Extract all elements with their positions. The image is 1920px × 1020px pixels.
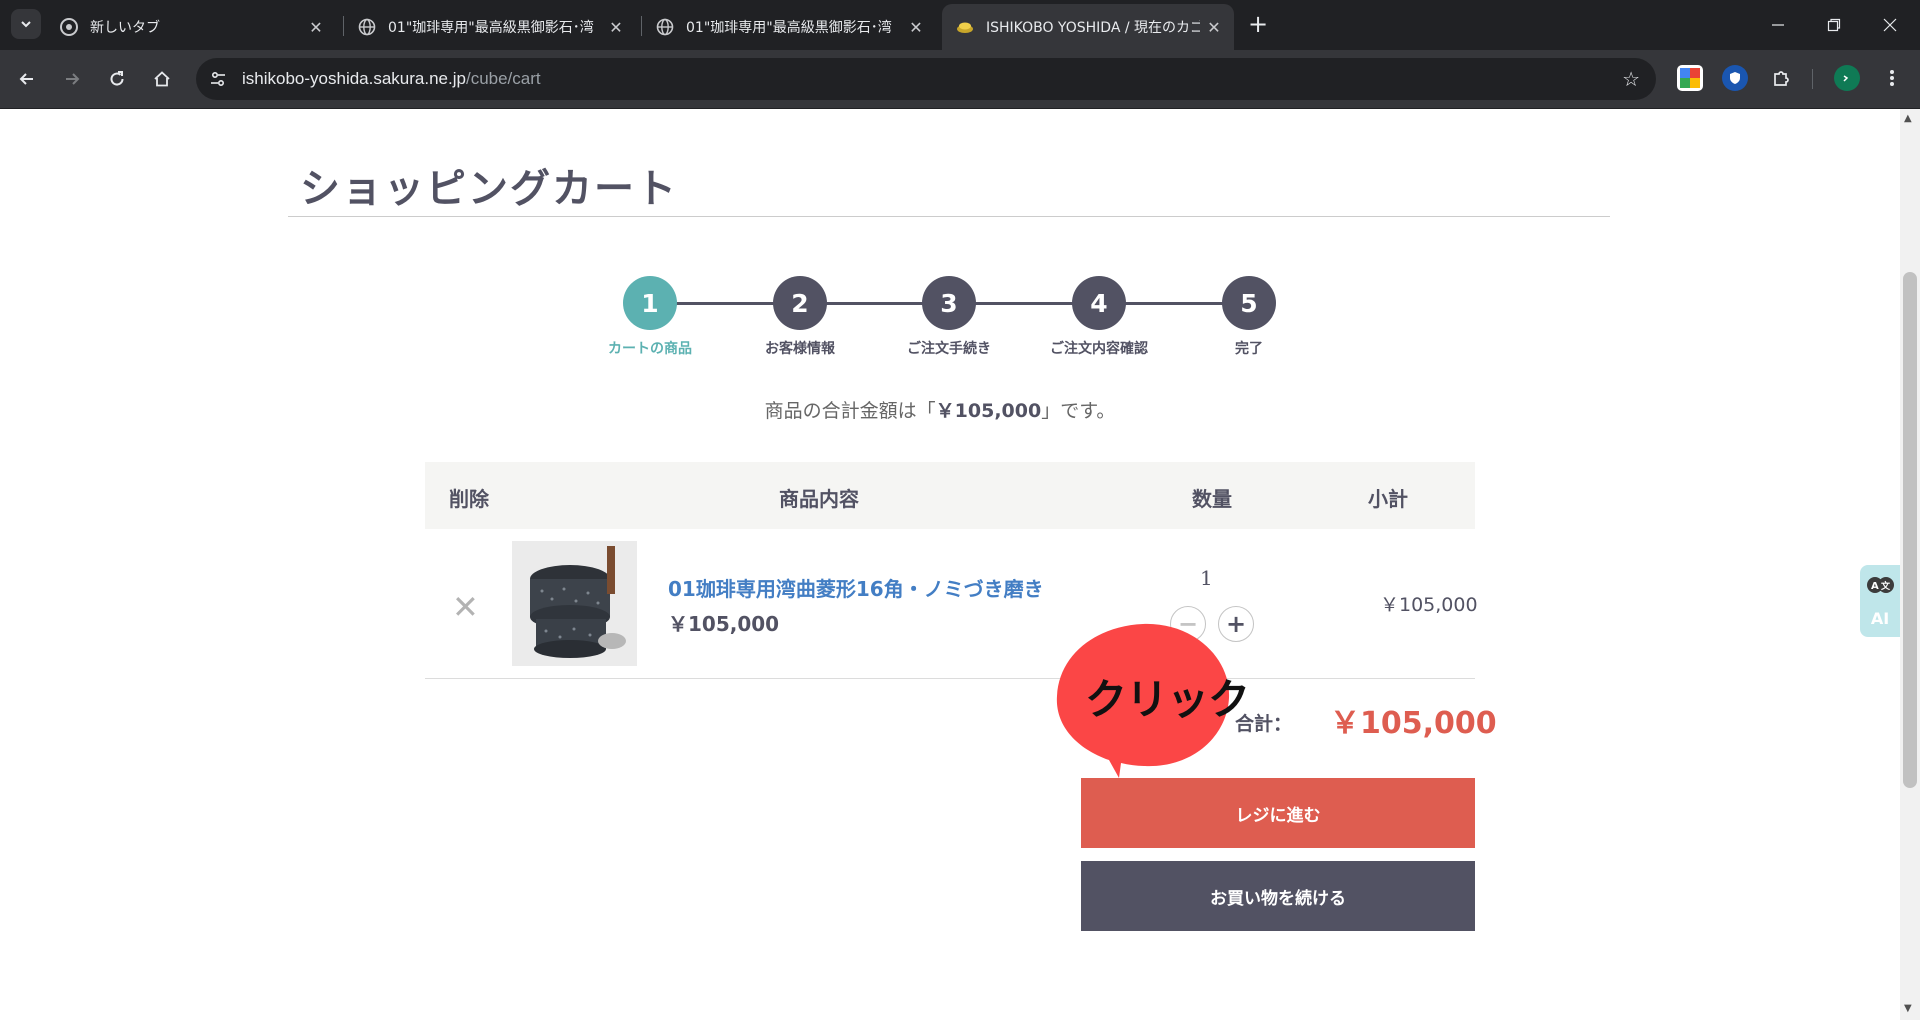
scroll-down-arrow-icon[interactable]: ▼ (1904, 1003, 1912, 1014)
step-1: 1 (623, 276, 677, 330)
ai-translate-widget[interactable]: A文 AI (1860, 565, 1900, 637)
tab-new-tab[interactable]: 新しいタブ ✕ (46, 4, 336, 50)
tab-close-icon[interactable]: ✕ (1200, 18, 1228, 37)
checkout-button[interactable]: レジに進む (1081, 778, 1475, 848)
product-image[interactable] (512, 541, 637, 666)
header-qty: 数量 (1192, 487, 1232, 511)
restore-icon (1827, 18, 1841, 32)
url-path: /cube/cart (465, 69, 541, 88)
tab-close-icon[interactable]: ✕ (302, 18, 330, 37)
tab-close-icon[interactable]: ✕ (902, 18, 930, 37)
tab-title: ISHIKOBO YOSHIDA / 現在のカゴ (986, 20, 1200, 36)
cart-table-header: 削除 商品内容 数量 小計 (425, 462, 1475, 529)
back-arrow-icon (19, 73, 33, 85)
page-body (0, 109, 1900, 1020)
step-5: 5 (1222, 276, 1276, 330)
tab-title: 新しいタブ (90, 20, 160, 36)
forward-button[interactable] (56, 63, 88, 95)
scroll-up-arrow-icon[interactable]: ▲ (1904, 113, 1912, 124)
more-menu-icon[interactable] (1879, 65, 1905, 91)
step-2: 2 (773, 276, 827, 330)
globe-icon (656, 18, 674, 36)
url-host: ishikobo-yoshida.sakura.ne.jp (242, 69, 466, 88)
svg-text:A: A (1871, 581, 1879, 592)
google-extension-icon[interactable] (1677, 65, 1703, 91)
minimize-icon (1772, 24, 1784, 26)
title-divider (288, 216, 1610, 217)
header-delete: 削除 (449, 487, 489, 511)
tab-search-button[interactable] (11, 9, 41, 39)
total-msg-pre: 商品の合計金額は「 (764, 400, 936, 422)
scrollbar-thumb[interactable] (1903, 272, 1917, 788)
step-3: 3 (922, 276, 976, 330)
total-msg-post: 」です。 (1041, 400, 1116, 422)
header-subtotal: 小計 (1368, 487, 1408, 511)
profile-avatar[interactable] (1834, 65, 1860, 91)
row-subtotal: ￥105,000 (1380, 594, 1478, 616)
step-3-label: ご注文手続き (907, 341, 991, 357)
tab-cart[interactable]: ISHIKOBO YOSHIDA / 現在のカゴ ✕ (942, 4, 1234, 50)
step-1-label: カートの商品 (608, 341, 692, 357)
quantity-value: 1 (1200, 566, 1213, 590)
close-icon (1883, 18, 1897, 32)
total-value: ￥105,000 (1330, 706, 1497, 741)
new-tab-button[interactable]: + (1243, 10, 1273, 40)
tab-product-1[interactable]: 01"珈琲専用"最高級黒御影石･湾 ✕ (344, 4, 636, 50)
step-4-label: ご注文内容確認 (1050, 341, 1148, 357)
toolbar-separator (1812, 69, 1813, 89)
product-name-link[interactable]: 01珈琲専用湾曲菱形16角・ノミづき磨き (668, 573, 1044, 602)
chevron-down-icon (21, 21, 31, 28)
tab-title: 01"珈琲専用"最高級黒御影石･湾 (388, 20, 594, 36)
cart-total-message: 商品の合計金額は「￥105,000」です。 (0, 396, 1880, 423)
bookmark-star-icon[interactable]: ☆ (1622, 67, 1640, 91)
remove-item-icon[interactable]: ✕ (452, 588, 479, 626)
continue-shopping-button[interactable]: お買い物を続ける (1081, 861, 1475, 931)
reload-icon (110, 71, 124, 86)
product-price: ￥105,000 (668, 612, 780, 636)
site-settings-icon[interactable] (206, 67, 230, 91)
click-annotation-text: クリック (1085, 675, 1250, 724)
svg-text:文: 文 (1880, 580, 1891, 592)
minimize-button[interactable] (1750, 0, 1806, 50)
back-button[interactable] (11, 63, 43, 95)
page-title: ショッピングカート (300, 166, 678, 212)
translate-icon: A文 (1866, 575, 1894, 595)
shop-logo-icon (956, 18, 974, 36)
step-4: 4 (1072, 276, 1126, 330)
address-bar[interactable]: ishikobo-yoshida.sakura.ne.jp/cube/cart … (196, 58, 1656, 100)
tab-close-icon[interactable]: ✕ (602, 18, 630, 37)
tab-title: 01"珈琲専用"最高級黒御影石･湾 (686, 20, 892, 36)
total-msg-amount: ￥105,000 (935, 400, 1042, 422)
browser-tab-bar: 新しいタブ ✕ 01"珈琲専用"最高級黒御影石･湾 ✕ 01"珈琲専用"最高級黒… (0, 0, 1920, 50)
header-content: 商品内容 (779, 487, 859, 511)
step-5-label: 完了 (1235, 341, 1263, 357)
browser-toolbar: ishikobo-yoshida.sakura.ne.jp/cube/cart … (0, 50, 1920, 109)
globe-icon (358, 18, 376, 36)
row-divider (425, 678, 1475, 679)
tab-product-2[interactable]: 01"珈琲専用"最高級黒御影石･湾 ✕ (642, 4, 936, 50)
ai-widget-label: AI (1870, 609, 1890, 628)
shield-extension-icon[interactable] (1722, 65, 1748, 91)
url-text[interactable]: ishikobo-yoshida.sakura.ne.jp/cube/cart (242, 69, 541, 89)
restore-button[interactable] (1806, 0, 1862, 50)
reload-button[interactable] (101, 63, 133, 95)
close-window-button[interactable] (1862, 0, 1918, 50)
forward-arrow-icon (66, 73, 80, 85)
extensions-puzzle-icon[interactable] (1768, 65, 1794, 91)
home-icon (154, 71, 170, 87)
home-button[interactable] (146, 63, 178, 95)
step-2-label: お客様情報 (765, 341, 835, 357)
chrome-icon (60, 18, 78, 36)
